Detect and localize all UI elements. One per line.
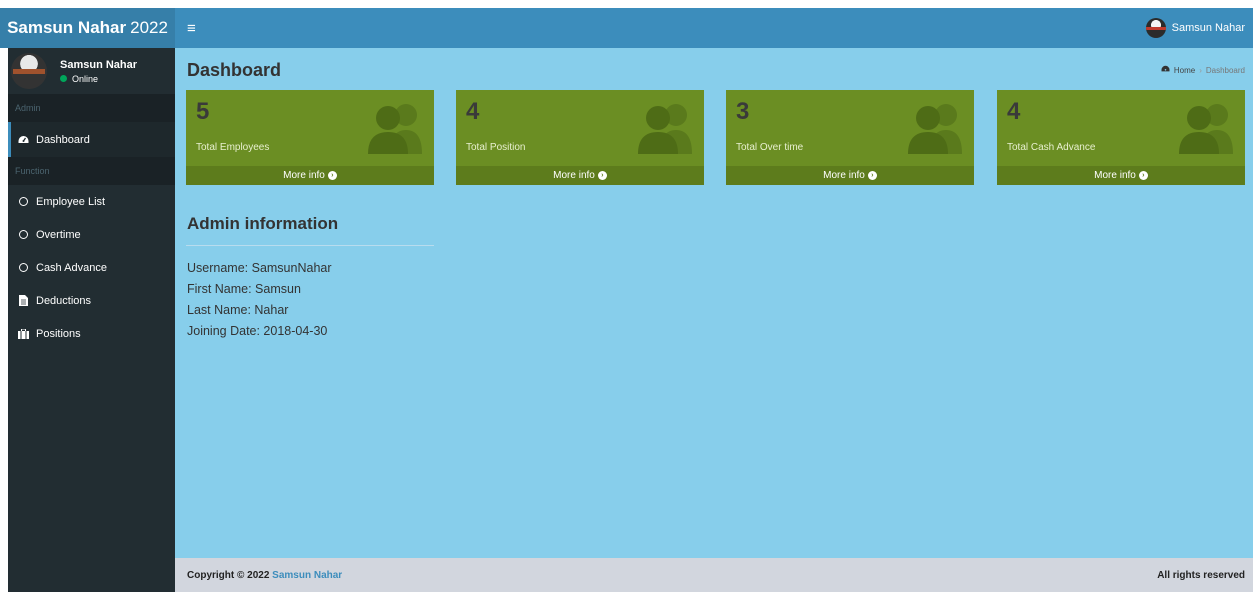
briefcase-icon bbox=[17, 328, 29, 339]
footer-copyright: Copyright © 2022 Samsun Nahar bbox=[187, 570, 342, 581]
sidebar-item-label: Positions bbox=[36, 327, 81, 340]
more-info-button[interactable]: More info › bbox=[186, 166, 434, 185]
breadcrumb-separator: › bbox=[1199, 65, 1202, 75]
avatar bbox=[1145, 18, 1166, 38]
footer: Copyright © 2022 Samsun Nahar All rights… bbox=[175, 558, 1253, 592]
stat-box-overtime: 3 Total Over time More info › bbox=[726, 90, 974, 185]
admin-last-name: Last Name: Nahar bbox=[187, 303, 289, 317]
admin-joining-date: Joining Date: 2018-04-30 bbox=[187, 324, 328, 338]
admin-first-name: First Name: Samsun bbox=[187, 282, 301, 296]
admin-username: Username: SamsunNahar bbox=[187, 261, 332, 275]
more-info-label: More info bbox=[283, 170, 325, 181]
more-info-label: More info bbox=[823, 170, 865, 181]
stat-box-employees: 5 Total Employees More info › bbox=[186, 90, 434, 185]
sidebar: Samsun Nahar Online Admin Dashboard Func… bbox=[8, 48, 175, 592]
stat-box-cash-advance: 4 Total Cash Advance More info › bbox=[997, 90, 1245, 185]
sidebar-item-positions[interactable]: Positions bbox=[8, 317, 175, 350]
footer-rights: All rights reserved bbox=[1157, 569, 1245, 581]
navbar-user-menu[interactable]: Samsun Nahar bbox=[1145, 18, 1245, 38]
sidebar-item-label: Employee List bbox=[36, 195, 106, 208]
brand-year: 2022 bbox=[130, 18, 168, 37]
arrow-circle-right-icon: › bbox=[1138, 171, 1148, 180]
online-status-icon bbox=[60, 75, 67, 82]
sidebar-item-label: Cash Advance bbox=[36, 261, 107, 274]
sidebar-item-label: Deductions bbox=[36, 294, 92, 307]
copyright-text: Copyright © 2022 bbox=[187, 569, 270, 581]
navbar-user-name: Samsun Nahar bbox=[1171, 22, 1245, 34]
admin-info: Username: SamsunNahar First Name: Samsun… bbox=[187, 258, 332, 342]
breadcrumb-home-link[interactable]: Home bbox=[1174, 66, 1195, 75]
sidebar-header-function: Function bbox=[8, 157, 175, 185]
arrow-circle-right-icon: › bbox=[327, 171, 337, 180]
arrow-circle-right-icon: › bbox=[597, 171, 607, 180]
arrow-circle-right-icon: › bbox=[867, 171, 877, 180]
user-panel: Samsun Nahar Online bbox=[8, 48, 175, 94]
more-info-label: More info bbox=[1094, 170, 1136, 181]
menu-toggle-icon[interactable]: ≡ bbox=[187, 20, 196, 37]
circle-icon bbox=[17, 230, 29, 239]
more-info-label: More info bbox=[553, 170, 595, 181]
sidebar-item-dashboard[interactable]: Dashboard bbox=[8, 122, 175, 157]
sidebar-item-cash-advance[interactable]: Cash Advance bbox=[8, 251, 175, 284]
sidebar-item-label: Dashboard bbox=[36, 133, 90, 146]
top-bar: Samsun Nahar 2022 ≡ Samsun Nahar bbox=[0, 8, 1253, 48]
sidebar-header-admin: Admin bbox=[8, 94, 175, 122]
stat-box-positions: 4 Total Position More info › bbox=[456, 90, 704, 185]
more-info-button[interactable]: More info › bbox=[726, 166, 974, 185]
sidebar-item-deductions[interactable]: Deductions bbox=[8, 284, 175, 317]
breadcrumb: Home › Dashboard bbox=[1161, 65, 1245, 75]
circle-icon bbox=[17, 197, 29, 206]
users-icon bbox=[638, 104, 692, 154]
page-title: Dashboard bbox=[187, 60, 282, 80]
breadcrumb-current: Dashboard bbox=[1205, 65, 1245, 75]
sidebar-item-label: Overtime bbox=[36, 228, 81, 241]
users-icon bbox=[908, 104, 962, 154]
brand-logo[interactable]: Samsun Nahar 2022 bbox=[0, 8, 175, 48]
more-info-button[interactable]: More info › bbox=[997, 166, 1245, 185]
sidebar-item-overtime[interactable]: Overtime bbox=[8, 218, 175, 251]
dashboard-icon bbox=[1161, 65, 1170, 75]
user-status-text: Online bbox=[72, 73, 99, 84]
avatar bbox=[11, 53, 47, 89]
navbar: ≡ Samsun Nahar bbox=[175, 8, 1253, 48]
circle-icon bbox=[17, 263, 29, 272]
brand-name: Samsun Nahar bbox=[7, 18, 127, 37]
sidebar-user-name: Samsun Nahar bbox=[60, 58, 138, 71]
sidebar-item-employee-list[interactable]: Employee List bbox=[8, 185, 175, 218]
file-icon bbox=[17, 295, 29, 306]
footer-owner-link[interactable]: Samsun Nahar bbox=[272, 570, 342, 581]
content-area: Dashboard Home › Dashboard 5 Total Emplo… bbox=[175, 48, 1253, 558]
dashboard-icon bbox=[17, 135, 29, 145]
user-info: Samsun Nahar Online bbox=[60, 59, 137, 84]
users-icon bbox=[368, 104, 422, 154]
divider bbox=[186, 245, 434, 246]
admin-info-title: Admin information bbox=[187, 214, 339, 233]
users-icon bbox=[1179, 104, 1233, 154]
more-info-button[interactable]: More info › bbox=[456, 166, 704, 185]
user-status: Online bbox=[60, 74, 137, 84]
